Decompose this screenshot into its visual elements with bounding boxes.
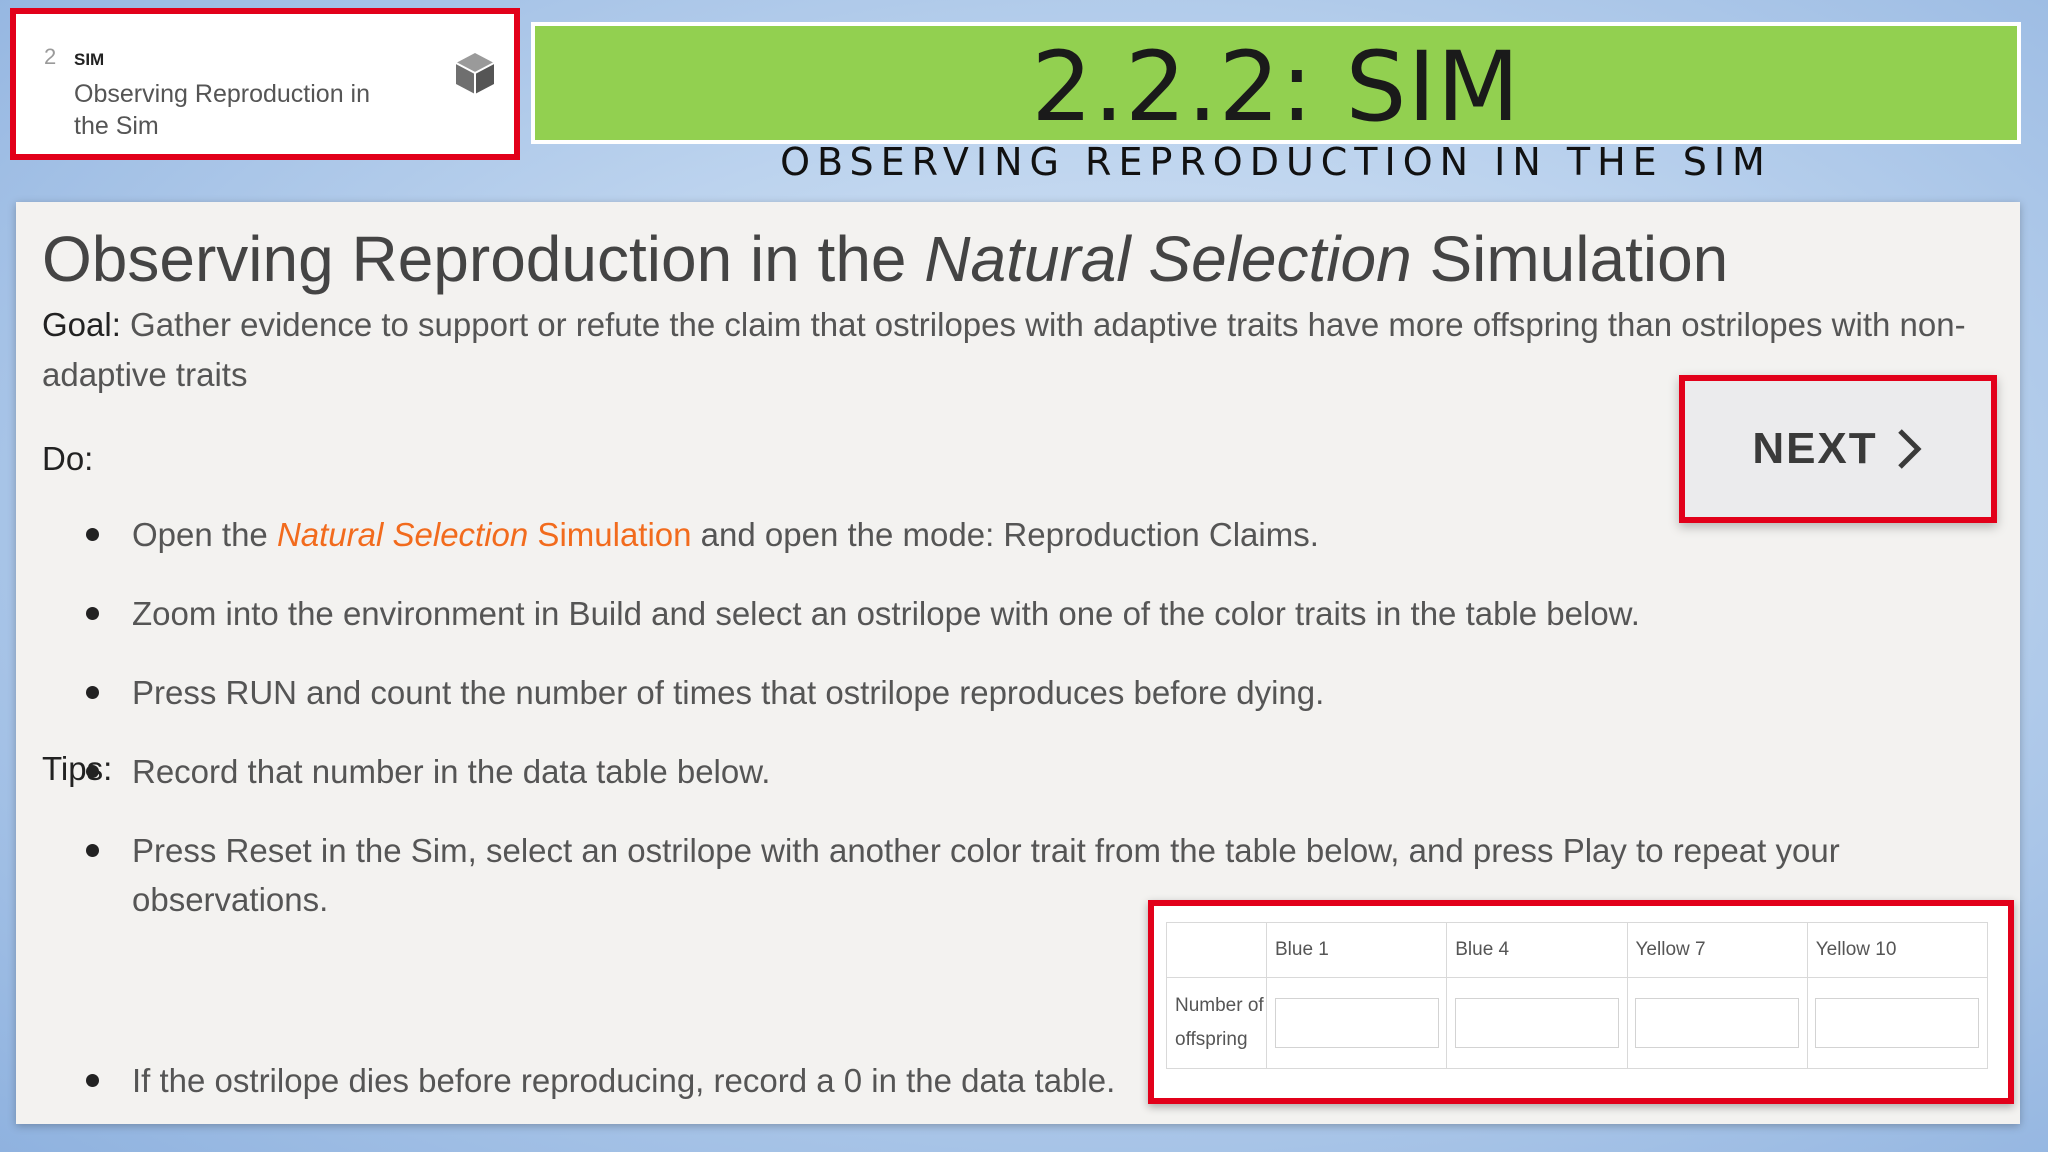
yellow-10-input[interactable] bbox=[1815, 998, 1980, 1048]
title-banner: 2.2.2: SIM bbox=[531, 22, 2021, 144]
bullet1-suffix: and open the mode: Reproduction Claims. bbox=[691, 516, 1319, 553]
list-item: Record that number in the data table bel… bbox=[42, 747, 1942, 796]
column-header: Yellow 7 bbox=[1626, 922, 1808, 978]
table-corner-cell bbox=[1166, 922, 1267, 978]
tips-label: Tips: bbox=[42, 750, 113, 787]
table-cell bbox=[1265, 977, 1448, 1069]
goal-body: Gather evidence to support or refute the… bbox=[42, 306, 1966, 393]
data-table-container: Blue 1 Blue 4 Yellow 7 Yellow 10 Number … bbox=[1148, 900, 2014, 1104]
blue-4-input[interactable] bbox=[1454, 998, 1619, 1048]
activity-panel: Observing Reproduction in the Natural Se… bbox=[16, 202, 2020, 1124]
lesson-type: SIM bbox=[74, 50, 105, 69]
list-item: Zoom into the environment in Build and s… bbox=[42, 589, 1942, 638]
next-button[interactable]: NEXT bbox=[1679, 375, 1997, 523]
list-item: Open the Natural Selection Simulation an… bbox=[42, 510, 1942, 559]
cube-icon bbox=[455, 53, 495, 94]
do-label: Do: bbox=[42, 440, 94, 477]
column-header: Blue 1 bbox=[1265, 922, 1448, 978]
table-row: Number of offspring bbox=[1166, 977, 1989, 1069]
blue-1-input[interactable] bbox=[1274, 998, 1439, 1048]
next-label: NEXT bbox=[1752, 424, 1878, 473]
table-header-row: Blue 1 Blue 4 Yellow 7 Yellow 10 bbox=[1166, 922, 1989, 978]
list-item: Press RUN and count the number of times … bbox=[42, 668, 1942, 717]
tip-text: If the ostrilope dies before reproducing… bbox=[132, 1062, 1116, 1099]
activity-heading: Observing Reproduction in the Natural Se… bbox=[42, 222, 1728, 296]
yellow-7-input[interactable] bbox=[1635, 998, 1800, 1048]
chevron-right-icon bbox=[1897, 429, 1922, 469]
lesson-card[interactable]: 2 SIM Observing Reproduction in the Sim bbox=[10, 8, 520, 160]
table-cell bbox=[1806, 977, 1989, 1069]
row-label: Number of offspring bbox=[1166, 977, 1267, 1069]
slide-subtitle: OBSERVING REPRODUCTION IN THE SIM bbox=[780, 140, 1772, 184]
table-cell bbox=[1626, 977, 1808, 1069]
link-italic-text: Natural Selection bbox=[276, 516, 529, 553]
goal-label: Goal: bbox=[42, 306, 121, 343]
offspring-data-table: Blue 1 Blue 4 Yellow 7 Yellow 10 Number … bbox=[1166, 922, 1989, 1069]
heading-text-1: Observing Reproduction in the bbox=[42, 223, 925, 295]
slide-title: 2.2.2: SIM bbox=[1031, 31, 1521, 143]
heading-text-italic: Natural Selection bbox=[924, 223, 1412, 295]
column-header: Blue 4 bbox=[1446, 922, 1628, 978]
natural-selection-sim-link[interactable]: Natural Selection Simulation bbox=[277, 516, 692, 553]
link-rest-text: Simulation bbox=[528, 516, 692, 553]
heading-text-2: Simulation bbox=[1411, 223, 1729, 295]
lesson-number: 2 bbox=[44, 44, 57, 69]
do-list: Open the Natural Selection Simulation an… bbox=[42, 510, 1942, 924]
lesson-title: Observing Reproduction in the Sim bbox=[74, 80, 370, 140]
table-cell bbox=[1446, 977, 1628, 1069]
column-header: Yellow 10 bbox=[1806, 922, 1989, 978]
bullet1-prefix: Open the bbox=[132, 516, 277, 553]
